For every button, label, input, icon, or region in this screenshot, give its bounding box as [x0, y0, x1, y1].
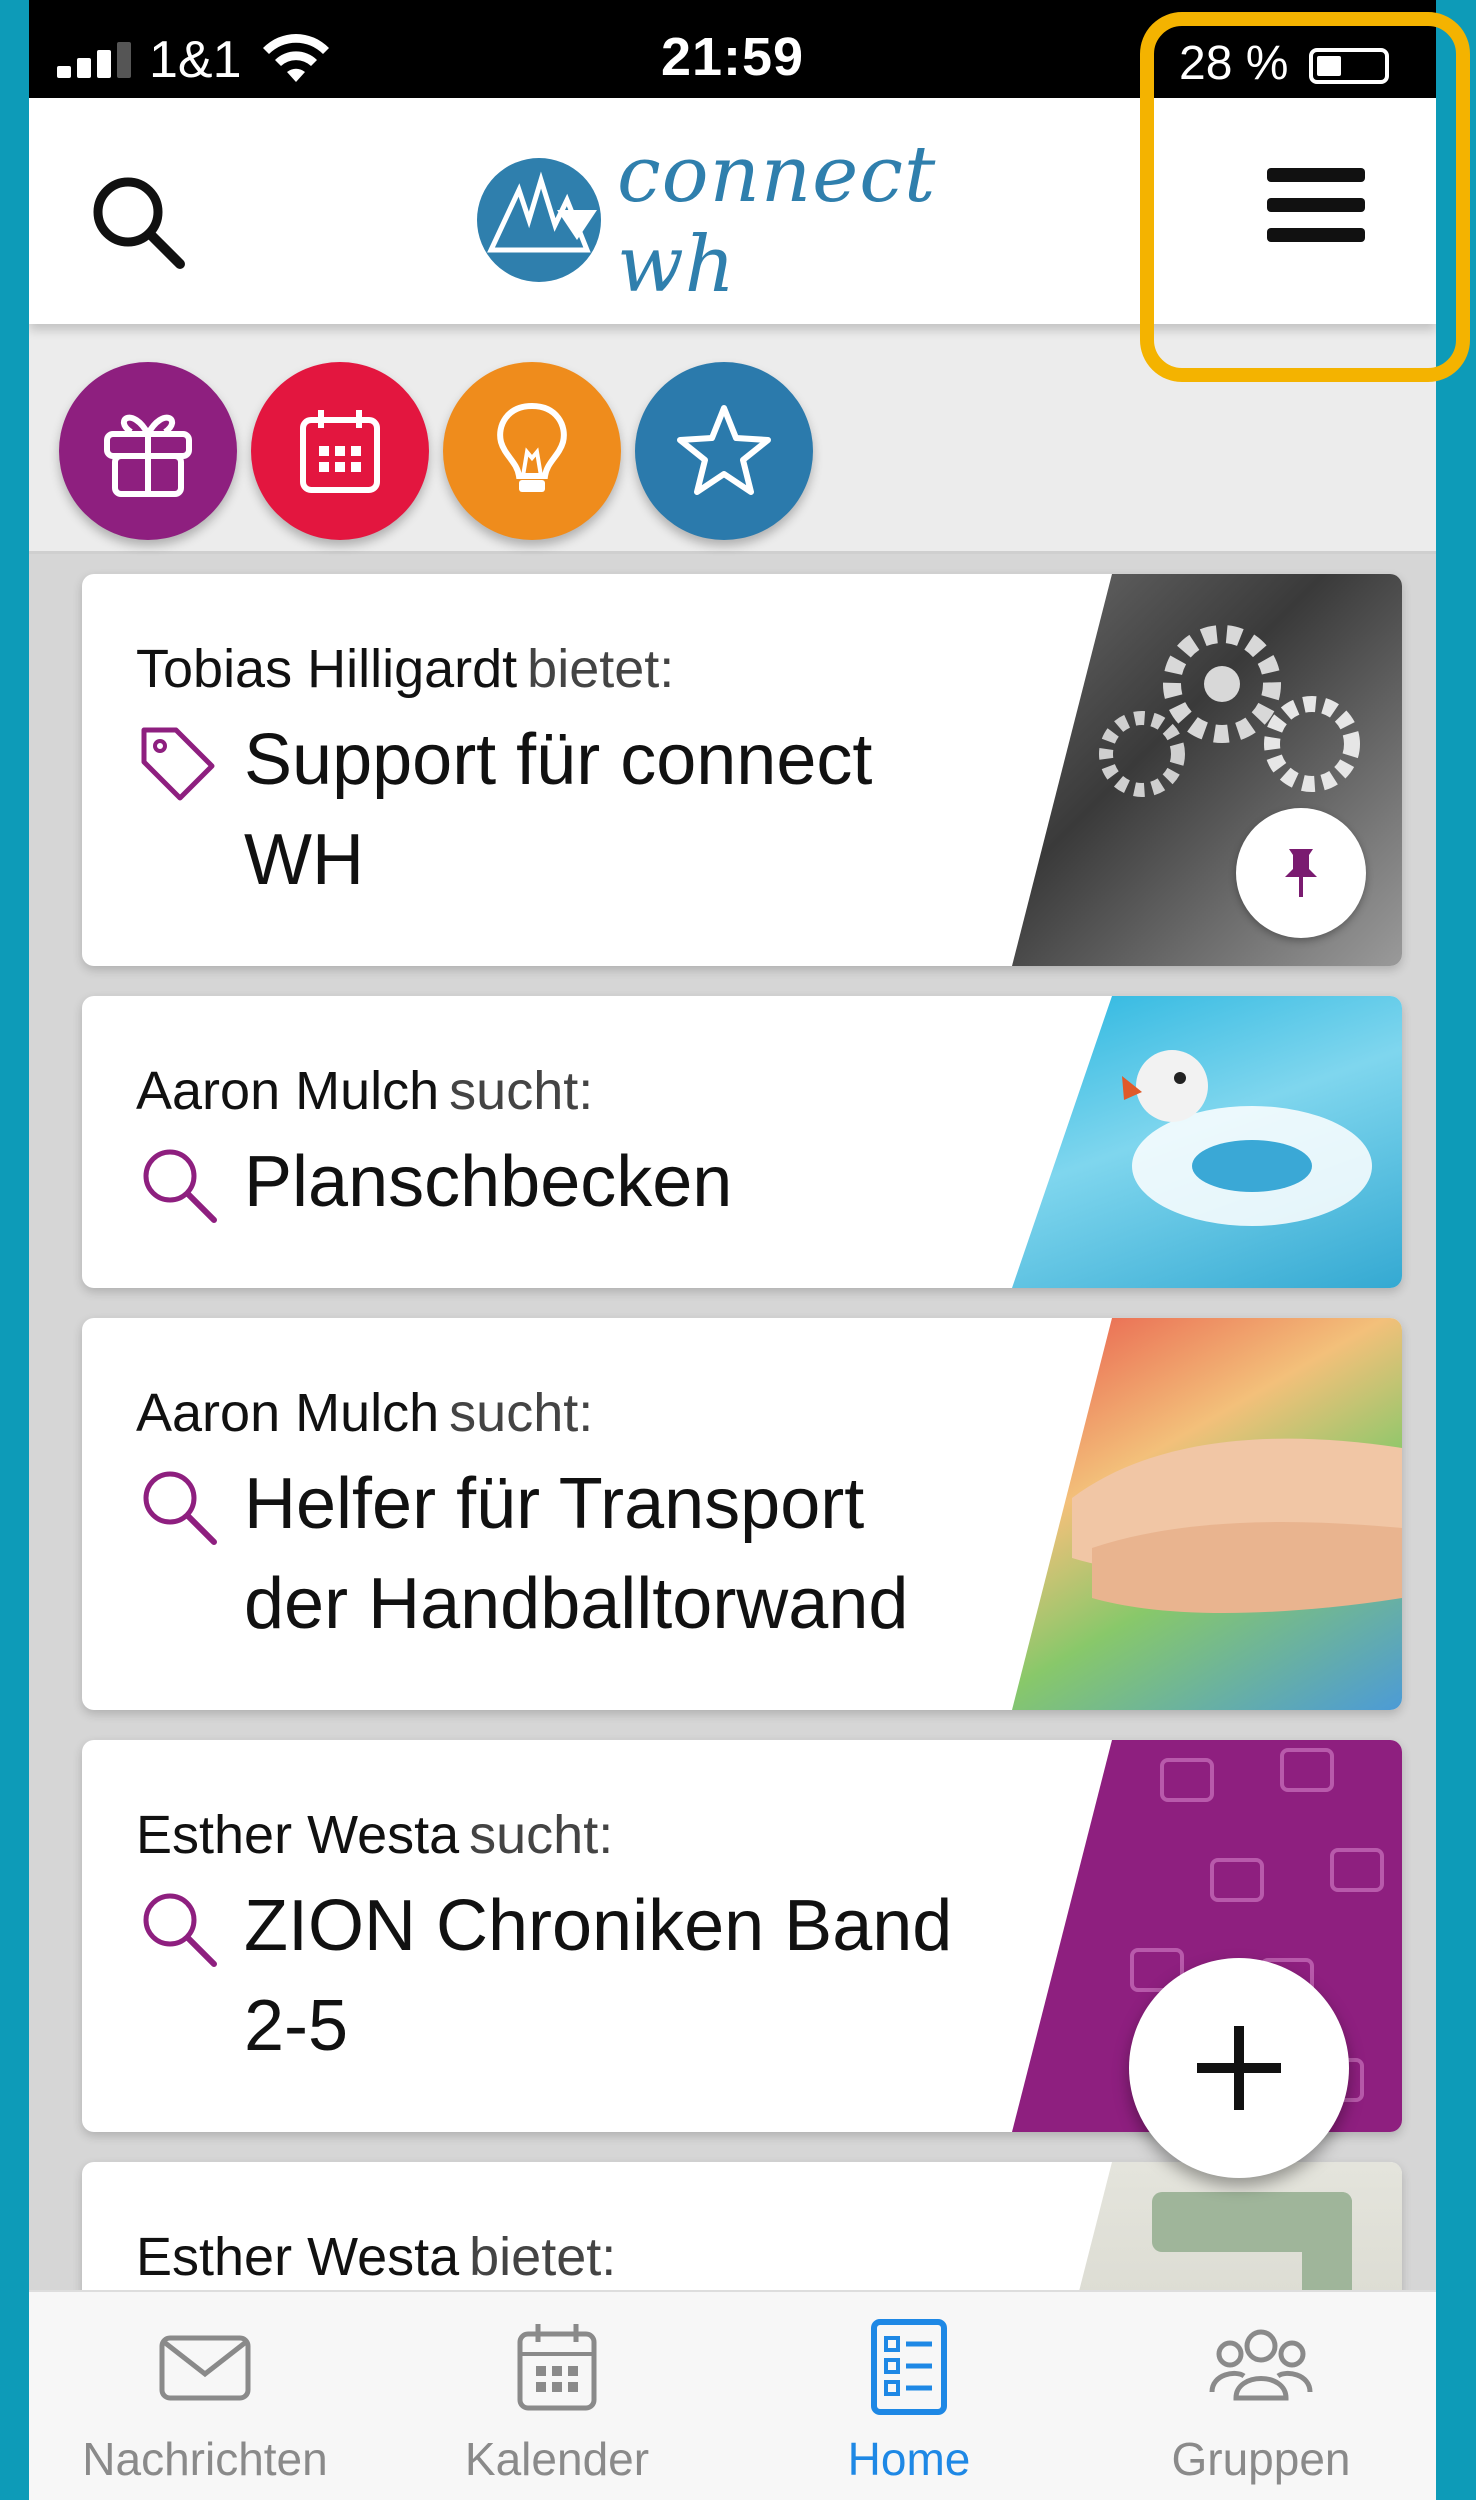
feed-card[interactable]: Esther Westa bietet: [82, 2162, 1402, 2290]
card-title: ZION Chroniken Band 2-5 [244, 1886, 953, 2066]
nav-label: Home [847, 2433, 971, 2485]
hands-image [1072, 1438, 1402, 1613]
plus-icon [1197, 2026, 1281, 2110]
card-verb: bietet: [527, 639, 675, 699]
search-icon [143, 1893, 217, 1967]
pool-float-image [1122, 1050, 1372, 1226]
mail-icon [159, 2335, 251, 2401]
card-image [1012, 1318, 1402, 1710]
feed-card[interactable]: Aaron Mulch sucht: Helfer für Transport d… [82, 1318, 1402, 1710]
category-calendar-button[interactable] [251, 362, 429, 540]
nav-item-home[interactable]: Home [733, 2312, 1085, 2500]
group-icon [1209, 2329, 1313, 2401]
pin-badge [1236, 808, 1366, 938]
search-icon [143, 1471, 217, 1545]
card-author: Esther Westa [136, 1805, 460, 1865]
card-verb: sucht: [449, 1061, 594, 1121]
nav-item-gruppen[interactable]: Gruppen [1085, 2312, 1436, 2500]
lightbulb-icon [497, 402, 567, 492]
card-title: Helfer für Transport der Handballtorwand [244, 1464, 909, 1644]
card-author: Tobias Hilligardt [136, 639, 518, 699]
nav-label: Kalender [464, 2433, 650, 2485]
card-author: Esther Westa [136, 2227, 460, 2287]
highlight-box [1140, 12, 1470, 382]
card-byline: Tobias Hilligardt bietet: [136, 638, 674, 700]
logo-emblem-icon [477, 158, 601, 282]
calendar-icon [300, 410, 380, 493]
card-author: Aaron Mulch [136, 1061, 440, 1121]
card-title: Support für connect WH [244, 720, 873, 900]
category-ideas-button[interactable] [443, 362, 621, 540]
card-image [1012, 996, 1402, 1288]
card-byline: Aaron Mulch sucht: [136, 1382, 593, 1444]
card-author: Aaron Mulch [136, 1383, 440, 1443]
search-icon[interactable] [84, 168, 194, 278]
card-verb: sucht: [449, 1383, 594, 1443]
feed-card[interactable]: Aaron Mulch sucht: Planschbecken [82, 996, 1402, 1288]
category-favorites-button[interactable] [635, 362, 813, 540]
nav-label: Nachrichten [82, 2433, 328, 2485]
pin-icon [1285, 849, 1317, 897]
logo-text: connect wh [617, 130, 937, 310]
nav-item-kalender[interactable]: Kalender [381, 2312, 733, 2500]
category-gift-button[interactable] [59, 362, 237, 540]
bottom-nav: Nachrichten Kalender Home Gruppen [29, 2290, 1436, 2500]
search-icon [143, 1149, 217, 1223]
card-verb: sucht: [469, 1805, 614, 1865]
card-title: Planschbecken [244, 1142, 733, 1222]
gift-icon [104, 414, 192, 497]
card-byline: Esther Westa sucht: [136, 1804, 613, 1866]
card-byline: Aaron Mulch sucht: [136, 1060, 593, 1122]
tag-icon [141, 727, 215, 801]
nav-item-nachrichten[interactable]: Nachrichten [29, 2312, 381, 2500]
calendar-icon [517, 2324, 597, 2411]
list-icon [871, 2319, 947, 2415]
sewing-machine-image [1152, 2192, 1352, 2290]
add-button[interactable] [1129, 1958, 1349, 2178]
card-verb: bietet: [469, 2227, 617, 2287]
nav-label: Gruppen [1171, 2433, 1351, 2485]
app-logo: connect wh [469, 130, 1029, 310]
card-image [1012, 2162, 1402, 2290]
star-icon [677, 405, 771, 495]
feed-card[interactable]: Tobias Hilligardt bietet: Support für con… [82, 574, 1402, 966]
card-byline: Esther Westa bietet: [136, 2226, 616, 2288]
